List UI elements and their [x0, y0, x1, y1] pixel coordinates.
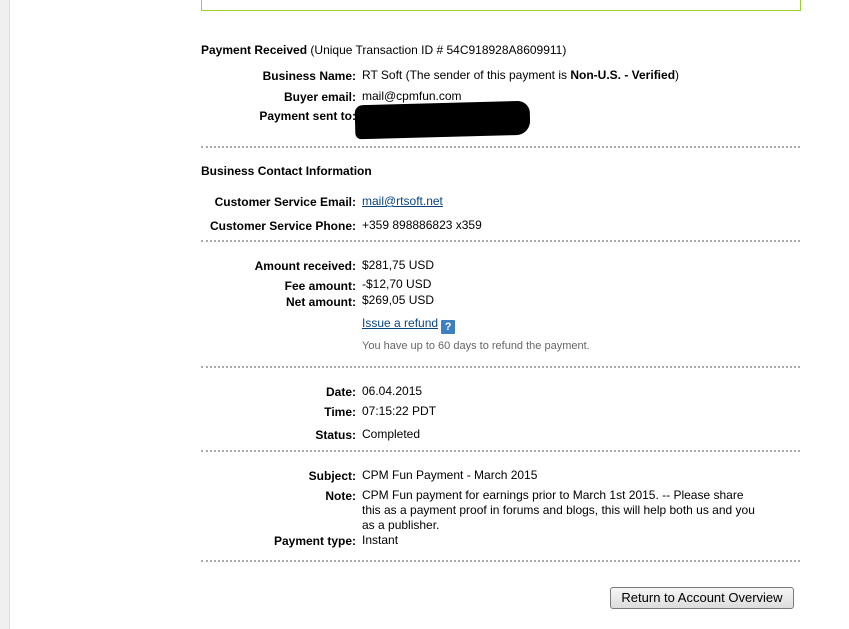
status-label: Status:: [315, 428, 356, 442]
cs-email-label: Customer Service Email:: [214, 195, 356, 209]
transaction-id: (Unique Transaction ID # 54C918928A86099…: [310, 43, 567, 57]
separator: [201, 366, 800, 368]
payment-received-title: Payment Received: [201, 43, 308, 57]
separator: [201, 146, 800, 148]
sender-note-post: ): [675, 68, 680, 82]
redaction-mark: [354, 100, 531, 140]
top-message-box: [201, 0, 801, 11]
time-label: Time:: [324, 405, 356, 419]
business-name-value: RT Soft (The sender of this payment is N…: [362, 68, 679, 82]
business-contact-heading: Business Contact Information: [201, 164, 372, 178]
payment-sent-to-label: Payment sent to:: [259, 109, 356, 123]
sender-verification-status: Non-U.S. - Verified: [570, 68, 676, 82]
payment-type-label: Payment type:: [273, 534, 356, 548]
sender-note-pre: (The sender of this payment is: [405, 68, 571, 82]
payment-type-value: Instant: [362, 533, 399, 547]
net-amount-label: Net amount:: [286, 295, 356, 309]
subject-label: Subject:: [308, 469, 356, 483]
return-to-account-overview-button[interactable]: Return to Account Overview: [610, 587, 794, 609]
help-icon[interactable]: ?: [441, 320, 456, 334]
date-value: 06.04.2015: [362, 384, 423, 398]
refund-note: You have up to 60 days to refund the pay…: [362, 340, 590, 352]
amount-received-value: $281,75 USD: [362, 258, 435, 272]
business-name: RT Soft: [362, 68, 403, 82]
buyer-email-value: mail@cpmfun.com: [362, 89, 462, 103]
time-value: 07:15:22 PDT: [362, 404, 437, 418]
status-value: Completed: [362, 427, 421, 441]
cs-email-link[interactable]: mail@rtsoft.net: [362, 194, 443, 208]
net-amount-value: $269,05 USD: [362, 293, 435, 307]
separator: [201, 240, 800, 242]
payment-header: Payment Received (Unique Transaction ID …: [201, 43, 566, 57]
payment-details-page: Payment Received (Unique Transaction ID …: [9, 0, 849, 629]
fee-amount-label: Fee amount:: [284, 279, 356, 293]
separator: [201, 450, 800, 452]
separator: [201, 560, 800, 562]
business-name-label: Business Name:: [262, 69, 356, 83]
buyer-email-label: Buyer email:: [283, 90, 356, 104]
cs-phone-value: +359 898886823 x359: [362, 218, 482, 232]
note-line-1: CPM Fun payment for earnings prior to Ma…: [362, 488, 744, 502]
subject-value: CPM Fun Payment - March 2015: [362, 468, 538, 482]
note-line-2: this as a payment proof in forums and bl…: [362, 503, 755, 517]
amount-received-label: Amount received:: [254, 259, 356, 273]
cs-phone-label: Customer Service Phone:: [209, 219, 356, 233]
issue-refund-link[interactable]: Issue a refund: [362, 316, 438, 330]
date-label: Date:: [325, 385, 356, 399]
fee-amount-value: -$12,70 USD: [362, 277, 432, 291]
note-line-3: as a publisher.: [362, 518, 440, 532]
note-label: Note:: [325, 489, 356, 503]
issue-refund-row: Issue a refund?: [362, 316, 456, 334]
